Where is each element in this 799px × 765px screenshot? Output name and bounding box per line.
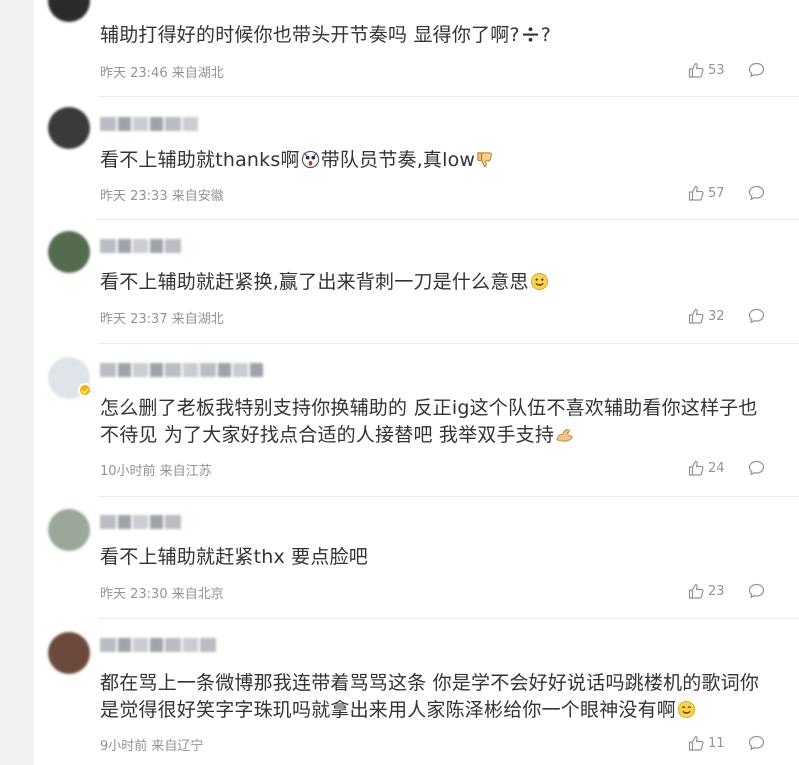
shocked-emoji (301, 150, 319, 169)
comment-meta: 昨天 23:46 来自湖北 (100, 66, 224, 81)
comment-actions: 11 (688, 735, 765, 751)
username-blurred[interactable] (100, 117, 198, 131)
comment-bubble-icon[interactable] (748, 185, 765, 201)
divider (98, 496, 799, 497)
avatar[interactable] (48, 632, 90, 674)
comment-bubble-icon[interactable] (748, 308, 765, 324)
comment-text: 都在骂上一条微博那我连带着骂骂这条 你是学不会好好说话吗跳楼机的歌词你是觉得很好… (100, 672, 760, 721)
comment-meta: 昨天 23:30 来自北京 (100, 587, 224, 602)
thumbs-up-icon[interactable] (688, 185, 704, 201)
comment-text: 看不上辅助就赶紧换,赢了出来背刺一刀是什么意思 (100, 269, 770, 296)
divider (98, 96, 799, 97)
comment-text: 辅助打得好的时候你也带头开节奏吗 显得你了啊?? (100, 24, 552, 46)
comment-meta: 昨天 23:33 来自安徽 (100, 189, 224, 204)
like-count: 24 (708, 460, 725, 476)
divider (98, 618, 799, 619)
comment-item: 看不上辅助就thanks啊 带队员节奏,真low 昨天 23:33 来自安徽 57 (34, 107, 799, 220)
avatar[interactable] (48, 0, 90, 22)
flex-emoji (556, 429, 573, 442)
divider (98, 219, 799, 220)
username-blurred[interactable] (100, 239, 181, 253)
thumbs-up-icon[interactable] (688, 308, 704, 324)
comment-text: 看不上辅助就thanks啊 带队员节奏,真low (100, 147, 770, 174)
thumbs-down-emoji (477, 152, 493, 168)
like-count: 11 (708, 735, 725, 751)
thumbs-up-icon[interactable] (688, 735, 704, 751)
username-blurred[interactable] (100, 515, 181, 529)
comment-text: 怎么删了老板我特别支持你换辅助的 反正ig这个队伍不喜欢辅助看你这样子也不待见 … (100, 397, 758, 446)
comment-meta: 昨天 23:37 来自湖北 (100, 312, 224, 327)
comment-item: 怎么删了老板我特别支持你换辅助的 反正ig这个队伍不喜欢辅助看你这样子也不待见 … (34, 357, 799, 497)
comment-actions: 57 (688, 185, 765, 201)
comment-item: 看不上辅助就赶紧换,赢了出来背刺一刀是什么意思 昨天 23:37 来自湖北 32 (34, 231, 799, 344)
like-count: 32 (708, 308, 725, 324)
comment-actions: 32 (688, 308, 765, 324)
like-count: 23 (708, 583, 725, 599)
comment-meta: 10小时前 来自江苏 (100, 464, 212, 479)
comment-feed: 辅助打得好的时候你也带头开节奏吗 显得你了啊?? 昨天 23:46 来自湖北 5… (34, 0, 799, 765)
divider (98, 343, 799, 344)
username-blurred[interactable] (100, 363, 263, 377)
comment-bubble-icon[interactable] (748, 62, 765, 78)
like-count: 57 (708, 185, 725, 201)
thumbs-up-icon[interactable] (688, 583, 704, 599)
thumbs-up-icon[interactable] (688, 460, 704, 476)
comment-item: 看不上辅助就赶紧thx 要点脸吧 昨天 23:30 来自北京 23 (34, 509, 799, 619)
comment-actions: 53 (688, 62, 765, 78)
comment-item: 都在骂上一条微博那我连带着骂骂这条 你是学不会好好说话吗跳楼机的歌词你是觉得很好… (34, 632, 799, 765)
comment-bubble-icon[interactable] (748, 735, 765, 751)
smile-emoji (677, 700, 696, 719)
divide-emoji (522, 27, 538, 42)
verified-badge-icon (78, 383, 92, 397)
thumbs-up-icon[interactable] (688, 62, 704, 78)
like-count: 53 (708, 62, 725, 78)
comment-text: 看不上辅助就赶紧thx 要点脸吧 (100, 546, 368, 568)
username-blurred[interactable] (100, 638, 216, 652)
avatar[interactable] (48, 231, 90, 273)
comment-actions: 24 (688, 460, 765, 476)
comment-actions: 23 (688, 583, 765, 599)
avatar[interactable] (48, 107, 90, 149)
comment-bubble-icon[interactable] (748, 583, 765, 599)
comment-bubble-icon[interactable] (748, 460, 765, 476)
avatar[interactable] (48, 509, 90, 551)
comment-meta: 9小时前 来自辽宁 (100, 739, 204, 754)
smile-emoji (530, 272, 548, 291)
comment-item: 辅助打得好的时候你也带头开节奏吗 显得你了啊?? 昨天 23:46 来自湖北 5… (34, 0, 799, 97)
